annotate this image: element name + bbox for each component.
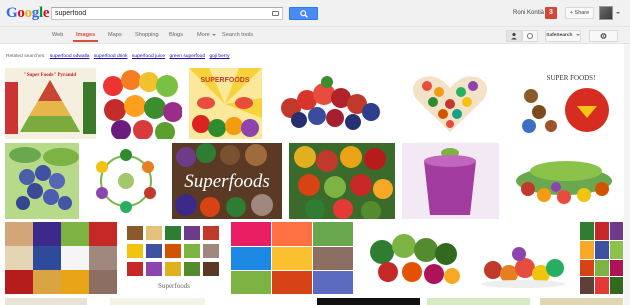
image-result[interactable] <box>473 222 573 294</box>
tab-shopping[interactable]: Shopping <box>135 32 159 38</box>
image-result[interactable]: SUPER FOODS! <box>511 68 623 139</box>
chevron-down-icon <box>211 33 216 36</box>
safesearch-label: SafeSearch <box>546 33 573 38</box>
image-result[interactable] <box>5 143 79 219</box>
image-result[interactable] <box>103 68 182 139</box>
scrollbar[interactable] <box>624 44 630 305</box>
globe-toggle-button[interactable] <box>522 30 538 42</box>
gear-icon <box>600 33 607 39</box>
person-icon <box>511 32 517 40</box>
tab-blogs[interactable]: Blogs <box>169 32 183 38</box>
pyramid-title: "Super Foods" Pyramid <box>24 73 76 78</box>
share-button[interactable]: + Share <box>565 7 594 19</box>
image-result[interactable] <box>5 222 117 294</box>
notification-count[interactable]: 3 <box>545 7 557 19</box>
image-result[interactable] <box>231 222 353 294</box>
image-result[interactable] <box>580 222 623 294</box>
image-result[interactable]: "Super Foods" Pyramid <box>5 68 96 139</box>
tab-more-label: More <box>197 32 210 38</box>
safesearch-button[interactable]: SafeSearch <box>545 30 581 42</box>
active-tab-indicator <box>73 40 98 42</box>
image-result[interactable] <box>289 143 395 219</box>
tab-search-tools[interactable]: Search tools <box>222 32 253 38</box>
image-result[interactable]: Superfoods <box>124 222 224 294</box>
settings-button[interactable] <box>589 30 618 42</box>
avatar[interactable] <box>599 6 613 20</box>
tab-more[interactable]: More <box>197 32 216 38</box>
superfoods-logo-text: SUPERFOODS <box>200 77 249 84</box>
globe-icon <box>527 33 533 39</box>
related-link[interactable]: goji berry <box>209 54 229 59</box>
tab-web[interactable]: Web <box>52 32 63 38</box>
image-result[interactable] <box>360 222 466 294</box>
search-button[interactable] <box>289 7 318 20</box>
superfoods-script-text: Superfoods <box>184 171 270 192</box>
related-link[interactable]: superfood odwalla <box>50 54 90 59</box>
image-result[interactable] <box>402 143 499 219</box>
related-searches-label: Related searches: <box>6 54 46 59</box>
tab-maps[interactable]: Maps <box>108 32 122 38</box>
chevron-down-icon <box>575 33 580 36</box>
image-result[interactable] <box>86 143 165 219</box>
user-name[interactable]: Roni Kontiä <box>513 10 544 16</box>
related-searches: Related searches: superfood odwalla supe… <box>6 54 230 59</box>
image-result[interactable] <box>110 298 205 305</box>
image-result[interactable] <box>269 68 389 139</box>
image-result[interactable] <box>397 68 503 139</box>
image-result[interactable] <box>5 298 87 305</box>
top-bar: Google Roni Kontiä 3 + Share <box>0 0 630 27</box>
superfoods-caption: Superfoods <box>158 282 190 290</box>
search-icon <box>300 10 308 18</box>
super-foods-text: SUPER FOODS! <box>547 74 596 82</box>
person-toggle-button[interactable] <box>506 30 522 42</box>
keyboard-icon[interactable] <box>272 11 279 16</box>
image-result[interactable] <box>506 143 623 219</box>
search-box <box>51 7 283 20</box>
google-logo[interactable]: Google <box>6 5 50 21</box>
related-link[interactable]: superfood juice <box>132 54 165 59</box>
related-link[interactable]: superfood drink <box>94 54 128 59</box>
chevron-down-icon[interactable] <box>616 12 620 14</box>
tab-images[interactable]: Images <box>76 32 95 38</box>
image-result[interactable] <box>427 298 530 305</box>
image-result[interactable]: Superfoods <box>172 143 282 219</box>
related-link[interactable]: green superfood <box>169 54 205 59</box>
image-result[interactable]: SUPERFOODS <box>189 68 262 139</box>
search-input[interactable] <box>52 8 262 19</box>
image-result[interactable] <box>317 298 420 305</box>
image-result[interactable] <box>540 298 623 305</box>
